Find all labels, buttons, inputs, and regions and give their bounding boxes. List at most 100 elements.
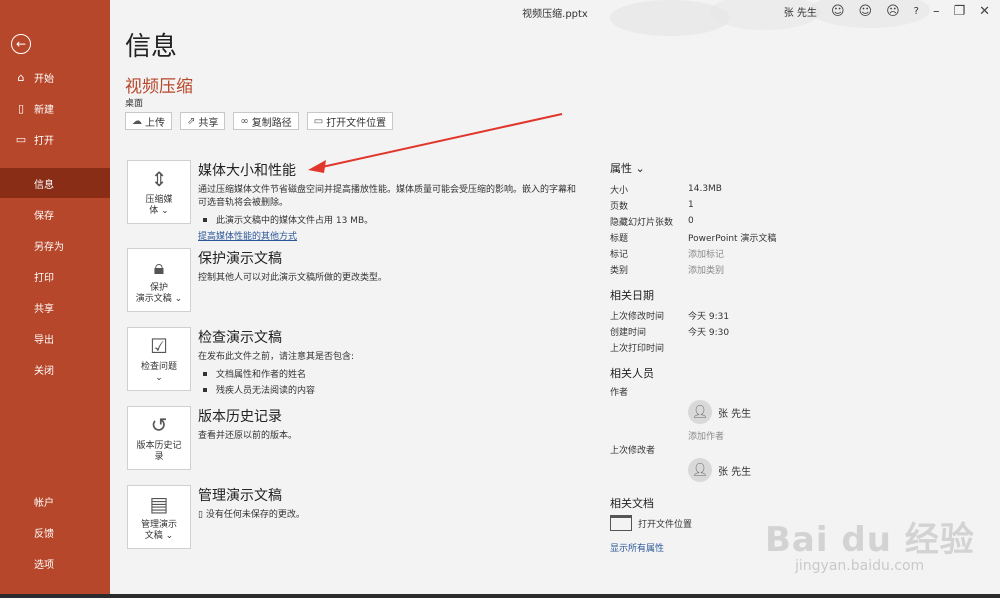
history-clock-icon: ↺ bbox=[150, 412, 168, 437]
sidebar-item-label: 新建 bbox=[34, 104, 54, 116]
prop-key: 大小 bbox=[610, 185, 629, 196]
tile-label: 体 ⌄ bbox=[149, 206, 169, 216]
tile-label: 文稿 ⌄ bbox=[144, 531, 174, 541]
prop-key: 上次打印时间 bbox=[610, 343, 665, 354]
manage-document-icon: ▤ bbox=[149, 491, 169, 516]
upload-label: 上传 bbox=[145, 117, 165, 129]
document-name: 视频压缩 bbox=[125, 77, 193, 97]
tile-label: 检查问题 bbox=[140, 361, 177, 372]
folder-open-icon: ▭ bbox=[15, 132, 27, 146]
prop-key: 创建时间 bbox=[610, 327, 647, 338]
tile-label: 录 bbox=[154, 452, 164, 462]
section-body: 检查演示文稿 在发布此文件之前，请注意其是否包含: 文档属性和作者的姓名 残疾人… bbox=[198, 327, 578, 396]
sidebar-item-open[interactable]: ▭ 打开 bbox=[0, 124, 110, 154]
section-body: 版本历史记录 查看并还原以前的版本。 bbox=[198, 406, 578, 443]
bullet-icon bbox=[203, 371, 207, 376]
film-compress-icon: ⇕ bbox=[150, 166, 168, 191]
person-name: 张 先生 bbox=[718, 408, 752, 420]
copy-path-button[interactable]: ∞ 复制路径 bbox=[233, 112, 299, 130]
bullet-text: 文档属性和作者的姓名 bbox=[216, 370, 307, 381]
prop-value[interactable]: PowerPoint 演示文稿 bbox=[688, 231, 776, 244]
avatar: 👤︎ bbox=[688, 400, 712, 424]
sidebar-item-share[interactable]: 共享 bbox=[0, 292, 110, 322]
home-icon: ⌂ bbox=[17, 70, 25, 84]
date-row-modified: 上次修改时间 今天 9:31 bbox=[610, 307, 860, 323]
sidebar-item-info[interactable]: 信息 bbox=[0, 168, 110, 198]
manage-presentation-button[interactable]: ▤ 管理演示 文稿 ⌄ bbox=[127, 485, 191, 549]
sidebar-item-save-as[interactable]: 另存为 bbox=[0, 230, 110, 260]
back-arrow-icon[interactable]: ← bbox=[11, 34, 31, 54]
sidebar-item-home[interactable]: ⌂ 开始 bbox=[0, 62, 110, 92]
sidebar-item-label: 关闭 bbox=[34, 365, 54, 377]
prop-key: 作者 bbox=[610, 387, 629, 398]
tile-label: 管理演示 bbox=[140, 519, 177, 530]
properties-header[interactable]: 属性 ⌄ bbox=[610, 160, 860, 176]
protect-presentation-button[interactable]: 🔒︎ 保护 演示文稿 ⌄ bbox=[127, 248, 191, 312]
compress-media-button[interactable]: ⇕ 压缩媒 体 ⌄ bbox=[127, 160, 191, 224]
related-dates-header: 相关日期 bbox=[610, 289, 654, 302]
sidebar-item-label: 打印 bbox=[34, 272, 54, 284]
upload-button[interactable]: ☁ 上传 bbox=[125, 112, 172, 130]
section-title: 版本历史记录 bbox=[198, 409, 282, 425]
prop-key: 标记 bbox=[610, 249, 629, 260]
properties-panel: 属性 ⌄ 大小 14.3MB 页数 1 隐藏幻灯片张数 0 标题 PowerPo… bbox=[610, 160, 860, 554]
section-bullet: 此演示文稿中的媒体文件占用 13 MB。 bbox=[198, 213, 578, 226]
prop-row-hidden-slides: 隐藏幻灯片张数 0 bbox=[610, 213, 860, 229]
check-issues-button[interactable]: ☑ 检查问题 ⌄ bbox=[127, 327, 191, 391]
prop-row-title: 标题 PowerPoint 演示文稿 bbox=[610, 229, 860, 245]
open-file-location-button[interactable]: ▭ 打开文件位置 bbox=[306, 112, 394, 130]
sidebar-item-label: 开始 bbox=[34, 73, 54, 85]
section-body: 管理演示文稿 ▯ 没有任何未保存的更改。 bbox=[198, 485, 578, 522]
person-name: 张 先生 bbox=[718, 466, 752, 478]
section-desc: 控制其他人可以对此演示文稿所做的更改类型。 bbox=[198, 273, 388, 283]
tile-label: 版本历史记 bbox=[136, 440, 182, 451]
add-category-field[interactable]: 添加类别 bbox=[688, 263, 724, 276]
share-button[interactable]: ⇗ 共享 bbox=[180, 112, 226, 130]
last-modifier-person[interactable]: 👤︎ 张 先生 bbox=[688, 455, 860, 485]
sidebar-item-options[interactable]: 选项 bbox=[0, 548, 110, 578]
date-row-printed: 上次打印时间 bbox=[610, 339, 860, 355]
section-title: 保护演示文稿 bbox=[198, 251, 282, 267]
folder-icon bbox=[610, 515, 632, 531]
avatar: 👤︎ bbox=[688, 458, 712, 482]
section-desc: ▯ 没有任何未保存的更改。 bbox=[198, 509, 578, 522]
prop-value: 今天 9:30 bbox=[688, 327, 730, 338]
share-label: 共享 bbox=[198, 117, 219, 129]
sidebar-item-label: 保存 bbox=[34, 210, 54, 222]
author-person[interactable]: 👤︎ 张 先生 bbox=[688, 397, 860, 427]
sidebar-item-account[interactable]: 帐户 bbox=[0, 486, 110, 516]
sidebar-item-label: 打开 bbox=[34, 135, 54, 147]
copy-path-label: 复制路径 bbox=[251, 117, 292, 129]
prop-value: 0 bbox=[688, 216, 694, 226]
document-icon: ▯ bbox=[198, 510, 206, 520]
folder-icon: ▭ bbox=[313, 115, 324, 127]
backstage-sidebar: ← ⌂ 开始 ▯ 新建 ▭ 打开 信息 保存 另存为 打印 共享 导出 关闭 帐… bbox=[0, 0, 110, 598]
prop-key: 标题 bbox=[610, 233, 629, 244]
sidebar-item-save[interactable]: 保存 bbox=[0, 199, 110, 229]
prop-key: 类别 bbox=[610, 265, 629, 276]
version-history-button[interactable]: ↺ 版本历史记 录 bbox=[127, 406, 191, 470]
cloud-upload-icon: ☁ bbox=[132, 115, 142, 127]
sidebar-item-label: 共享 bbox=[34, 303, 54, 315]
prop-key: 隐藏幻灯片张数 bbox=[610, 217, 674, 228]
media-performance-link[interactable]: 提高媒体性能的其他方式 bbox=[198, 229, 578, 242]
prop-key: 页数 bbox=[610, 201, 629, 212]
date-row-created: 创建时间 今天 9:30 bbox=[610, 323, 860, 339]
sidebar-item-label: 选项 bbox=[34, 559, 54, 571]
sidebar-item-export[interactable]: 导出 bbox=[0, 323, 110, 353]
prop-value: 14.3MB bbox=[688, 184, 722, 194]
sidebar-item-label: 导出 bbox=[34, 334, 54, 346]
tile-label: 演示文稿 ⌄ bbox=[135, 294, 183, 304]
sidebar-item-label: 另存为 bbox=[34, 241, 64, 253]
prop-row-tags: 标记 添加标记 bbox=[610, 245, 860, 261]
add-tag-field[interactable]: 添加标记 bbox=[688, 247, 724, 260]
sidebar-item-new[interactable]: ▯ 新建 bbox=[0, 93, 110, 123]
add-author-field[interactable]: 添加作者 bbox=[688, 429, 724, 442]
sidebar-item-label: 反馈 bbox=[34, 528, 54, 540]
page-title: 信息 bbox=[125, 32, 178, 62]
sidebar-item-close[interactable]: 关闭 bbox=[0, 354, 110, 384]
backstage-main: 信息 视频压缩 桌面 ☁ 上传 ⇗ 共享 ∞ 复制路径 ▭ 打开文件位置 ⇕ 压… bbox=[110, 0, 1000, 598]
sidebar-item-feedback[interactable]: 反馈 bbox=[0, 517, 110, 547]
watermark-url: jingyan.baidu.com bbox=[795, 558, 925, 574]
sidebar-item-print[interactable]: 打印 bbox=[0, 261, 110, 291]
